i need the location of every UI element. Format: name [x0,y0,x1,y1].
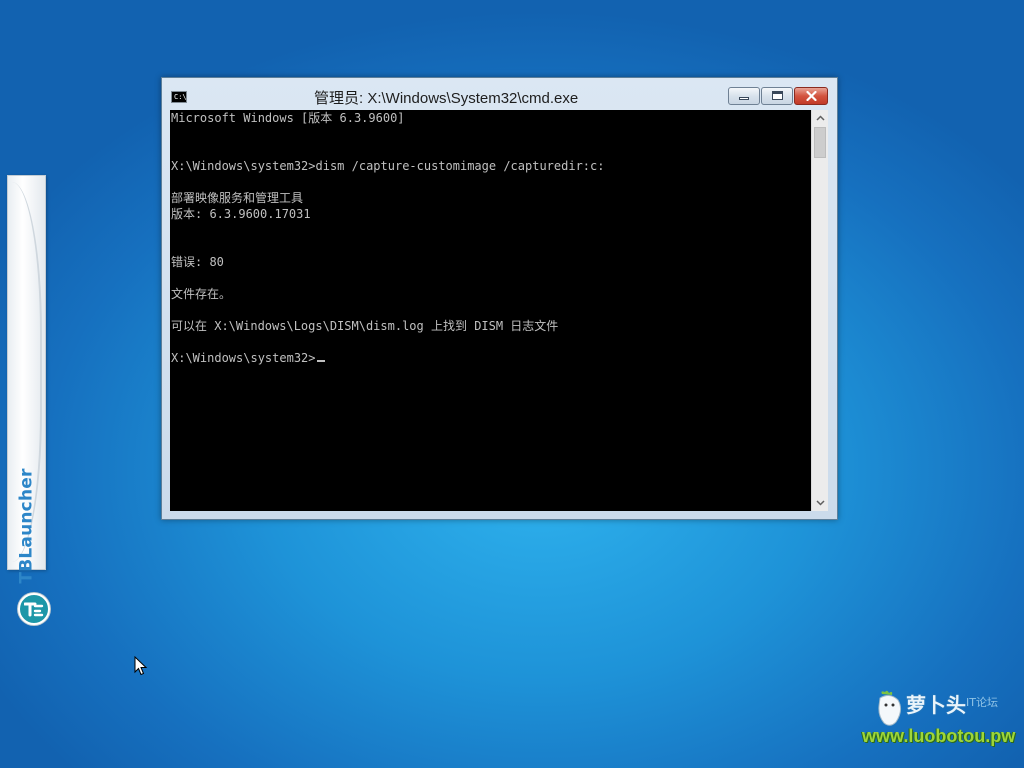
console-prompt-line[interactable]: X:\Windows\system32> [171,350,604,366]
console-line: 部署映像服务和管理工具 [171,191,304,205]
cmd-icon[interactable]: C:\ [171,91,187,103]
vertical-scrollbar[interactable] [811,110,828,511]
mouse-pointer-icon [134,656,148,676]
cmd-icon-text: C:\ [174,93,187,101]
scrollbar-thumb[interactable] [814,127,826,158]
watermark: 萝卜头 IT论坛 www.luobotou.pw [862,686,1018,752]
cmd-window[interactable]: C:\ 管理员: X:\Windows\System32\cmd.exe Mic… [161,77,838,520]
maximize-icon [772,91,783,100]
window-title: 管理员: X:\Windows\System32\cmd.exe [314,90,579,107]
console-line: Microsoft Windows [版本 6.3.9600] [171,111,405,125]
maximize-button[interactable] [761,87,793,105]
close-button[interactable] [794,87,828,105]
watermark-brand: 萝卜头 [906,693,966,717]
window-titlebar[interactable]: C:\ 管理员: X:\Windows\System32\cmd.exe [162,78,837,110]
console-output[interactable]: Microsoft Windows [版本 6.3.9600] X:\Windo… [170,110,811,511]
minimize-button[interactable] [728,87,760,105]
chevron-up-icon [815,115,825,121]
scroll-up-button[interactable] [812,110,828,126]
chevron-down-icon [815,500,825,506]
console-line: 可以在 X:\Windows\Logs\DISM\dism.log 上找到 DI… [171,319,559,333]
close-icon [806,91,817,101]
watermark-forum: IT论坛 [966,696,998,709]
text-cursor [316,360,325,362]
console-line: X:\Windows\system32>dism /capture-custom… [171,159,605,173]
console-line: 版本: 6.3.9600.17031 [171,207,311,221]
watermark-url: www.luobotou.pw [862,726,1016,746]
tblauncher-label-text: TBLauncher [17,468,37,584]
scroll-down-button[interactable] [812,495,828,511]
tblauncher-dock[interactable]: TBLauncher [7,175,50,625]
tblauncher-label: TBLauncher [15,466,39,586]
tblauncher-logo-icon[interactable] [18,593,50,625]
console-prompt: X:\Windows\system32> [171,351,316,365]
minimize-icon [739,97,749,100]
radish-mascot-icon [878,690,902,726]
console-lines: Microsoft Windows [版本 6.3.9600] X:\Windo… [171,110,604,366]
console-line: 文件存在。 [171,287,232,301]
console-line: 错误: 80 [171,255,224,269]
